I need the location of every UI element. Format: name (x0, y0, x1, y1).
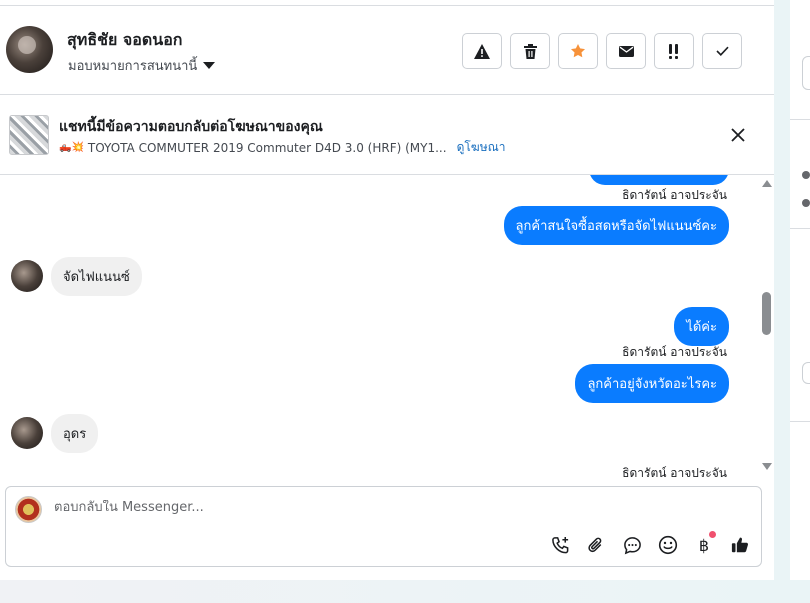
message-bubble-outgoing: ลูกค้าสนใจซื้อสดหรือจัดไฟแนนซ์คะ (503, 206, 729, 245)
divider (790, 228, 810, 229)
assign-label: มอบหมายการสนทนานี้ (68, 59, 198, 74)
conversation-toolbar (462, 33, 742, 69)
ad-text: TOYOTA COMMUTER 2019 Commuter D4D 3.0 (H… (87, 140, 447, 155)
message-thread: ธิดารัตน์ อาจประจัน ลูกค้าสนใจซื้อสดหรือ… (0, 175, 774, 478)
assign-conversation-dropdown[interactable]: มอบหมายการสนทนานี้ (68, 55, 216, 76)
sender-name: ธิดารัตน์ อาจประจัน (622, 345, 727, 359)
report-spam-button[interactable] (462, 33, 502, 69)
scroll-up-arrow[interactable] (762, 180, 772, 187)
composer-actions: ฿ (549, 531, 751, 556)
contact-avatar-small (11, 417, 43, 449)
side-panel-chip[interactable] (802, 362, 810, 384)
scroll-down-arrow[interactable] (762, 463, 772, 470)
attachment-icon (588, 537, 602, 552)
message-bubble-outgoing: ลูกค้าอยู่จังหวัดอะไรคะ (575, 364, 729, 403)
emoji-icon (658, 535, 678, 555)
message-bubble-partial (589, 175, 729, 185)
location-dot-icon (802, 199, 810, 207)
mark-unread-button[interactable] (606, 33, 646, 69)
message-bubble-outgoing: ได้ค่ะ (674, 307, 729, 346)
scrollbar-thumb[interactable] (762, 292, 771, 335)
ad-banner-subtitle: 🛻💥 TOYOTA COMMUTER 2019 Commuter D4D 3.0… (59, 138, 506, 157)
payment-button[interactable]: ฿ (693, 531, 716, 556)
conversation-panel: สุทธิชัย จอดนอก มอบหมายการสนทนานี้ แชทนี… (0, 0, 774, 580)
exclamation-icon (669, 43, 678, 59)
view-ad-link[interactable]: ดูโฆษณา (457, 138, 506, 157)
check-icon (715, 46, 729, 56)
close-icon[interactable] (729, 126, 747, 144)
conversation-header: สุทธิชัย จอดนอก มอบหมายการสนทนานี้ (0, 5, 774, 95)
call-add-button[interactable] (549, 534, 571, 556)
ad-reply-banner: แชทนี้มีข้อความตอบกลับต่อโฆษณาของคุณ 🛻💥 … (0, 95, 774, 175)
warning-icon (474, 43, 490, 59)
contact-name[interactable]: สุทธิชัย จอดนอก (67, 28, 183, 53)
message-bubble-incoming: อุดร (51, 414, 99, 453)
sender-name: ธิดารัตน์ อาจประจัน (622, 188, 727, 202)
attach-button[interactable] (585, 534, 607, 556)
mark-done-button[interactable] (702, 33, 742, 69)
ad-banner-title: แชทนี้มีข้อความตอบกลับต่อโฆษณาของคุณ (59, 119, 323, 135)
call-add-icon (551, 536, 568, 553)
message-bubble-incoming: จัดไฟแนนซ์ (51, 257, 142, 296)
info-dot-icon (802, 171, 810, 179)
page-avatar (15, 496, 42, 523)
emoji-button[interactable] (657, 534, 679, 556)
notification-dot (709, 531, 716, 538)
payment-baht-icon: ฿ (698, 535, 710, 555)
reply-composer: ฿ (5, 486, 762, 567)
side-panel-input[interactable] (802, 56, 810, 90)
follow-up-button[interactable] (654, 33, 694, 69)
contact-avatar-small (11, 260, 43, 292)
trash-icon (523, 43, 537, 59)
caret-down-icon (203, 62, 216, 69)
saved-replies-button[interactable] (621, 534, 643, 556)
ad-emoji: 🛻💥 (59, 142, 84, 153)
divider (790, 421, 810, 422)
like-button[interactable] (729, 534, 751, 556)
ad-thumbnail[interactable] (9, 115, 49, 155)
star-button[interactable] (558, 33, 598, 69)
thread-scrollbar[interactable] (760, 175, 774, 478)
details-side-panel (790, 0, 810, 580)
divider (790, 119, 810, 120)
envelope-icon (618, 45, 634, 57)
like-icon (731, 537, 749, 553)
reply-input[interactable] (54, 500, 734, 515)
star-icon (571, 44, 585, 58)
delete-button[interactable] (510, 33, 550, 69)
saved-reply-icon (623, 536, 641, 554)
sender-name: ธิดารัตน์ อาจประจัน (622, 466, 727, 478)
contact-avatar[interactable] (6, 26, 53, 73)
